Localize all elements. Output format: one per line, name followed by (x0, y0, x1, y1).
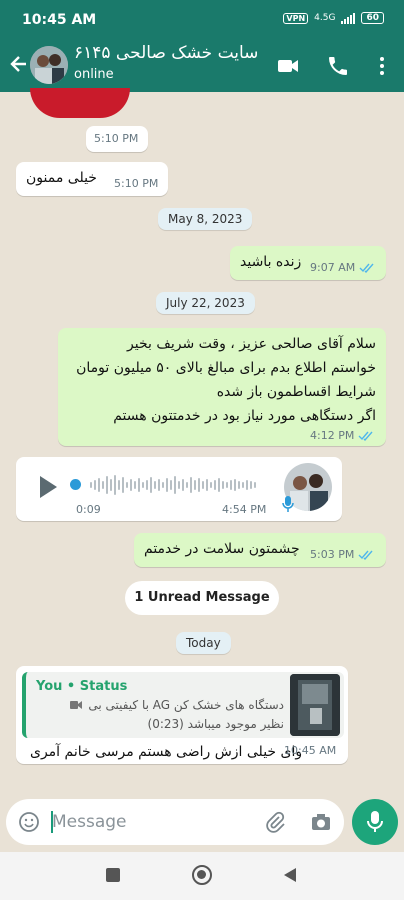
message-line: اگر دستگاهی مورد نیاز بود در خدمتتون هست… (113, 408, 376, 424)
message-time: 4:54 PM (222, 503, 267, 516)
voice-record-button[interactable] (352, 799, 398, 845)
contact-name[interactable]: سایت خشک صالحی ۶۱۴۵ (74, 43, 258, 63)
message-time: 9:07 AM (310, 261, 356, 274)
date-separator: July 22, 2023 (156, 292, 255, 314)
emoji-icon[interactable] (18, 811, 40, 833)
signal-icon (341, 12, 356, 24)
message-time: 4:12 PM (310, 429, 355, 442)
unread-messages-banner: 1 Unread Message (125, 581, 279, 615)
play-icon[interactable] (38, 475, 58, 499)
home-icon[interactable] (192, 865, 212, 885)
status-icons: VPN 4.5G 60 (283, 12, 384, 24)
playback-slider-handle[interactable] (70, 479, 81, 490)
status-reply-quote[interactable]: You • Status دستگاه های خشک کن AG با کیف… (22, 672, 344, 738)
sticker-image[interactable] (30, 88, 130, 118)
network-type: 4.5G (314, 13, 336, 23)
video-call-icon[interactable] (276, 54, 300, 78)
quote-text: دستگاه های خشک کن AG با کیفیتی بی (88, 698, 284, 712)
message-bubble-outgoing[interactable]: زنده باشید 9:07 AM (230, 246, 386, 280)
message-time: 5:10 PM (94, 132, 139, 145)
message-time: 10:45 AM (284, 744, 337, 757)
read-ticks-icon (358, 431, 373, 441)
message-input[interactable]: Message (52, 812, 127, 832)
status-thumbnail (290, 674, 340, 736)
back-nav-icon[interactable] (282, 867, 298, 883)
message-line: سلام آقای صالحی عزیز ، وقت شریف بخیر (127, 336, 376, 352)
message-bubble-incoming[interactable]: خیلی ممنون 5:10 PM (16, 162, 168, 196)
mic-icon (367, 811, 383, 832)
message-line: شرایط اقساطمون باز شده (216, 384, 376, 400)
message-text: چشمتون سلامت در خدمتم (144, 541, 300, 557)
status-bar: 10:45 AM VPN 4.5G 60 (0, 0, 404, 40)
message-text: زنده باشید (240, 254, 302, 270)
camera-icon[interactable] (310, 811, 332, 833)
message-text: خیلی ممنون (26, 170, 97, 186)
message-input-bar: Message (6, 799, 344, 845)
date-separator: Today (176, 632, 231, 654)
system-nav-bar (0, 852, 404, 900)
battery-icon: 60 (361, 12, 384, 24)
read-ticks-icon (359, 263, 374, 273)
contact-status: online (74, 67, 114, 82)
message-bubble-incoming[interactable]: 5:10 PM (86, 126, 148, 152)
status-time: 10:45 AM (22, 12, 97, 28)
message-text: وای خیلی ازش راضی هستم مرسی خانم آمری (30, 744, 303, 760)
message-time: 5:03 PM (310, 548, 355, 561)
voice-duration: 0:09 (76, 503, 101, 516)
quote-title: You • Status (36, 679, 128, 694)
contact-avatar[interactable] (30, 46, 68, 84)
voice-call-icon[interactable] (326, 54, 350, 78)
read-ticks-icon (358, 550, 373, 560)
message-line: خواستم اطلاع بدم برای مبالغ بالای ۵۰ میل… (76, 360, 376, 376)
voice-waveform (90, 474, 256, 496)
mic-icon (282, 496, 294, 512)
vpn-badge: VPN (283, 12, 309, 24)
message-time: 5:10 PM (114, 177, 159, 190)
attach-icon[interactable] (264, 811, 286, 833)
video-icon (70, 701, 82, 709)
quote-text: نظیر موجود میباشد (0:23) (147, 717, 284, 731)
chat-header: سایت خشک صالحی ۶۱۴۵ online (0, 40, 404, 92)
recent-apps-icon[interactable] (106, 868, 120, 882)
more-options-icon[interactable] (370, 54, 394, 78)
message-bubble-outgoing[interactable]: سلام آقای صالحی عزیز ، وقت شریف بخیر خوا… (58, 328, 386, 446)
date-separator: May 8, 2023 (158, 208, 253, 230)
message-bubble-outgoing[interactable]: چشمتون سلامت در خدمتم 5:03 PM (134, 533, 386, 567)
back-arrow-icon[interactable] (8, 52, 30, 76)
